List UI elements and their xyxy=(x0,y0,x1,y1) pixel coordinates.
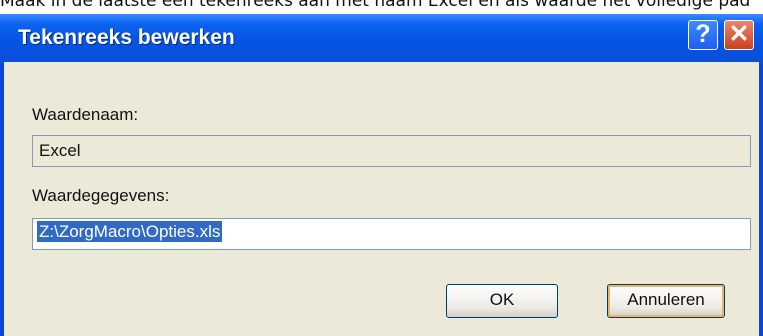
value-data-input[interactable]: Z:\ZorgMacro\Opties.xls xyxy=(32,218,751,250)
value-data-label: Waardegegevens: xyxy=(32,186,170,205)
close-button[interactable]: ✕ xyxy=(724,20,754,50)
background-text: Maak in de laatste een tekenreeks aan me… xyxy=(0,0,751,11)
value-name-field: Excel xyxy=(32,135,751,167)
ok-button[interactable]: OK xyxy=(446,284,558,318)
help-button[interactable]: ? xyxy=(688,20,718,50)
value-name-label: Waardenaam: xyxy=(32,105,139,124)
dialog-title: Tekenreeks bewerken xyxy=(18,26,235,49)
edit-string-dialog: Tekenreeks bewerken ? ✕ Waardenaam: Exce… xyxy=(0,14,763,336)
dialog-body: Waardenaam: Excel Waardegegevens: Z:\Zor… xyxy=(4,62,759,336)
title-bar[interactable]: Tekenreeks bewerken ? ✕ xyxy=(0,14,763,64)
value-data-text: Z:\ZorgMacro\Opties.xls xyxy=(37,221,223,242)
cancel-button[interactable]: Annuleren xyxy=(607,284,725,318)
